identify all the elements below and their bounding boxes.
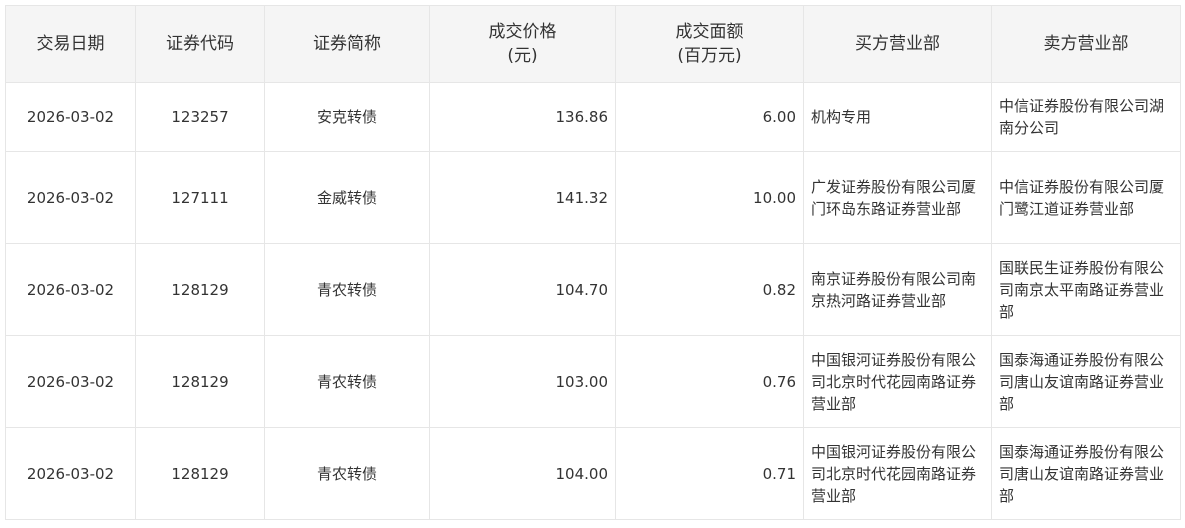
cell-trade-price: 104.70	[429, 243, 616, 336]
table-row: 2026-03-02 128129 青农转债 104.70 0.82 南京证券股…	[5, 243, 1181, 336]
cell-trade-amount: 0.76	[615, 335, 804, 428]
header-label: 成交面额	[675, 22, 744, 42]
cell-security-code: 127111	[135, 151, 265, 244]
cell-seller-branch: 国泰海通证券股份有限公司唐山友谊南路证券营业部	[991, 427, 1181, 520]
cell-buyer-branch: 中国银河证券股份有限公司北京时代花园南路证券营业部	[803, 427, 992, 520]
cell-trade-price: 104.00	[429, 427, 616, 520]
cell-trade-date: 2026-03-02	[5, 151, 136, 244]
cell-security-name: 青农转债	[264, 243, 430, 336]
header-label: 成交价格	[488, 22, 557, 42]
header-label: 卖方营业部	[1043, 34, 1129, 54]
buyer-branch-text: 中国银河证券股份有限公司北京时代花园南路证券营业部	[811, 442, 977, 505]
cell-seller-branch: 中信证券股份有限公司厦门鹭江道证券营业部	[991, 151, 1181, 244]
cell-trade-amount: 10.00	[615, 151, 804, 244]
cell-trade-price: 141.32	[429, 151, 616, 244]
seller-branch-text: 国泰海通证券股份有限公司唐山友谊南路证券营业部	[999, 442, 1165, 505]
header-unit: (元)	[507, 46, 538, 66]
header-security-name: 证券简称	[264, 5, 430, 83]
cell-trade-price: 103.00	[429, 335, 616, 428]
cell-security-name: 金威转债	[264, 151, 430, 244]
buyer-branch-text: 机构专用	[811, 108, 872, 126]
cell-security-code: 128129	[135, 335, 265, 428]
cell-buyer-branch: 南京证券股份有限公司南京热河路证券营业部	[803, 243, 992, 336]
table-row: 2026-03-02 123257 安克转债 136.86 6.00 机构专用 …	[5, 82, 1181, 152]
header-label: 交易日期	[36, 34, 105, 54]
table-header: 交易日期 证券代码 证券简称 成交价格 (元) 成交面额 (百万元) 买方营业部 卖…	[5, 5, 1181, 83]
cell-buyer-branch: 广发证券股份有限公司厦门环岛东路证券营业部	[803, 151, 992, 244]
cell-seller-branch: 国泰海通证券股份有限公司唐山友谊南路证券营业部	[991, 335, 1181, 428]
table-body: 2026-03-02 123257 安克转债 136.86 6.00 机构专用 …	[5, 82, 1181, 520]
table-row: 2026-03-02 127111 金威转债 141.32 10.00 广发证券…	[5, 151, 1181, 244]
header-buyer-branch: 买方营业部	[803, 5, 992, 83]
cell-trade-date: 2026-03-02	[5, 243, 136, 336]
cell-trade-date: 2026-03-02	[5, 427, 136, 520]
buyer-branch-text: 南京证券股份有限公司南京热河路证券营业部	[811, 269, 977, 310]
buyer-branch-text: 广发证券股份有限公司厦门环岛东路证券营业部	[811, 177, 977, 218]
cell-security-code: 128129	[135, 243, 265, 336]
cell-security-name: 安克转债	[264, 82, 430, 152]
header-label: 证券代码	[166, 34, 234, 54]
cell-security-name: 青农转债	[264, 335, 430, 428]
header-trade-date: 交易日期	[5, 5, 136, 83]
cell-seller-branch: 中信证券股份有限公司湖南分公司	[991, 82, 1181, 152]
header-label: 证券简称	[313, 34, 381, 54]
header-seller-branch: 卖方营业部	[991, 5, 1181, 83]
header-label: 买方营业部	[855, 34, 940, 54]
header-row: 交易日期 证券代码 证券简称 成交价格 (元) 成交面额 (百万元) 买方营业部 卖…	[5, 5, 1181, 83]
buyer-branch-text: 中国银河证券股份有限公司北京时代花园南路证券营业部	[811, 350, 977, 413]
cell-trade-price: 136.86	[429, 82, 616, 152]
cell-buyer-branch: 中国银河证券股份有限公司北京时代花园南路证券营业部	[803, 335, 992, 428]
cell-security-code: 123257	[135, 82, 265, 152]
header-security-code: 证券代码	[135, 5, 265, 83]
cell-security-code: 128129	[135, 427, 265, 520]
cell-buyer-branch: 机构专用	[803, 82, 992, 152]
table-row: 2026-03-02 128129 青农转债 104.00 0.71 中国银河证…	[5, 427, 1181, 520]
cell-trade-amount: 0.71	[615, 427, 804, 520]
cell-trade-date: 2026-03-02	[5, 335, 136, 428]
cell-trade-amount: 0.82	[615, 243, 804, 336]
table-row: 2026-03-02 128129 青农转债 103.00 0.76 中国银河证…	[5, 335, 1181, 428]
cell-trade-amount: 6.00	[615, 82, 804, 152]
cell-trade-date: 2026-03-02	[5, 82, 136, 152]
block-trade-table: 交易日期 证券代码 证券简称 成交价格 (元) 成交面额 (百万元) 买方营业部 卖…	[5, 5, 1181, 520]
seller-branch-text: 中信证券股份有限公司湖南分公司	[999, 97, 1165, 137]
header-trade-price: 成交价格 (元)	[429, 5, 616, 83]
block-trade-table-container: 交易日期 证券代码 证券简称 成交价格 (元) 成交面额 (百万元) 买方营业部 卖…	[5, 5, 1181, 520]
seller-branch-text: 中信证券股份有限公司厦门鹭江道证券营业部	[999, 177, 1165, 218]
header-unit: (百万元)	[677, 46, 742, 66]
seller-branch-text: 国泰海通证券股份有限公司唐山友谊南路证券营业部	[999, 350, 1165, 413]
cell-security-name: 青农转债	[264, 427, 430, 520]
cell-seller-branch: 国联民生证券股份有限公司南京太平南路证券营业部	[991, 243, 1181, 336]
seller-branch-text: 国联民生证券股份有限公司南京太平南路证券营业部	[999, 258, 1165, 321]
header-trade-amount: 成交面额 (百万元)	[615, 5, 804, 83]
